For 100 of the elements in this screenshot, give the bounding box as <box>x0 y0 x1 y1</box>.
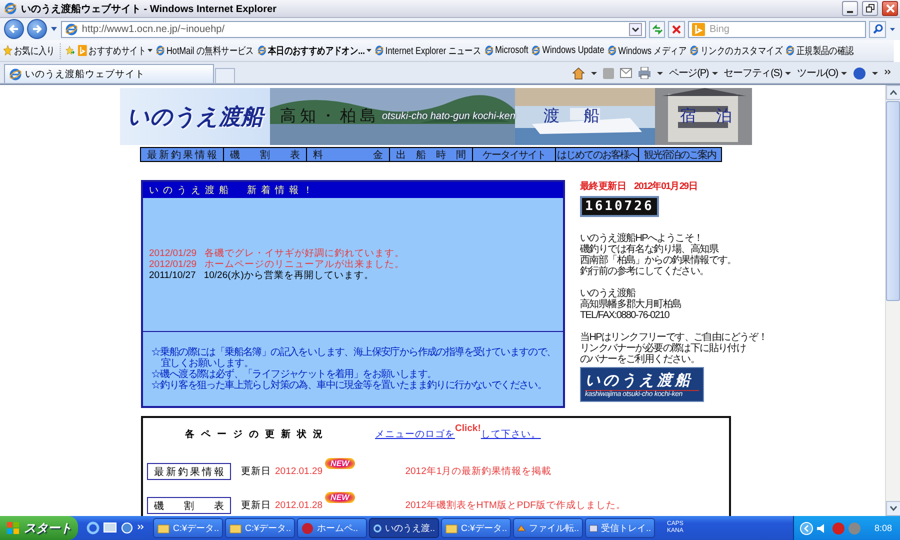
desktop-icon[interactable] <box>103 521 117 535</box>
search-button[interactable] <box>869 20 886 38</box>
banner-text: 渡船 <box>543 106 624 127</box>
refresh-button[interactable] <box>648 20 666 38</box>
taskbar-button[interactable]: ホームペ.. <box>297 518 367 538</box>
add-favorite-icon[interactable] <box>66 45 75 56</box>
address-field[interactable]: http://www1.ocn.ne.jp/~inouehp/ <box>60 20 646 38</box>
more-icon[interactable] <box>884 69 892 77</box>
favorites-link[interactable]: Windows Update <box>532 45 604 56</box>
menu-button[interactable]: ツール(O) <box>797 66 847 80</box>
nav-button[interactable]: 最新釣果情報 <box>140 147 224 162</box>
menu-button[interactable]: セーフティ(S) <box>724 66 792 80</box>
site-logo[interactable]: いのうえ渡船 <box>120 88 270 145</box>
close-button[interactable] <box>882 1 898 16</box>
update-label: 更新日 <box>241 498 271 512</box>
news-date: 2012/01/29 <box>149 248 197 259</box>
stop-button[interactable] <box>668 20 686 38</box>
printer-icon[interactable] <box>638 67 651 79</box>
page-name: 最新釣果情報 <box>147 462 231 480</box>
favorites-link[interactable]: Internet Explorer ニュース <box>374 44 482 58</box>
updated-date: 2012年01月29日 <box>634 180 698 193</box>
nav-button[interactable]: 磯割表 <box>223 147 307 162</box>
taskbar-button[interactable]: 受信トレイ.. <box>585 518 655 538</box>
restore-icon <box>866 4 874 13</box>
bing-icon <box>78 45 87 56</box>
news-title: いのうえ渡船 新着情報！ <box>143 182 563 198</box>
news-text: 各磯でグレ・イサギが好調に釣れています。 <box>204 248 405 259</box>
minimize-icon <box>847 10 853 12</box>
taskbar-button[interactable]: C:¥データ.. <box>441 518 511 538</box>
more-icon[interactable] <box>137 524 145 532</box>
caret-icon <box>841 72 847 74</box>
close-icon <box>672 24 682 34</box>
dropdown-icon[interactable] <box>50 25 58 33</box>
search-box[interactable]: Bing <box>688 20 866 38</box>
caret-icon <box>785 72 792 74</box>
restore-button[interactable] <box>862 1 878 16</box>
minimize-button[interactable] <box>842 1 858 16</box>
scroll-thumb[interactable] <box>886 101 900 301</box>
arrow-left-icon[interactable] <box>800 522 814 534</box>
notice-text: ☆乗船の際には「乗船名簿」の記入をいします、海上保安庁から作成の指導を受けていますので、宜しくお願いします。 <box>150 347 557 369</box>
notice-text: ☆釣り客を狙った車上荒らし対策の為、車中に現金等を置いたまま釣りに行かないでください。 <box>150 380 548 391</box>
folder-icon <box>229 522 242 534</box>
chevron-down-icon <box>890 506 897 511</box>
favorites-link[interactable]: リンクのカスタマイズ <box>690 44 782 58</box>
refresh-icon <box>652 24 662 34</box>
nav-button[interactable]: 出船時間 <box>389 147 473 162</box>
banner-text: 高知・柏島 <box>280 106 380 127</box>
dropdown-icon[interactable] <box>889 25 896 33</box>
browser-tab[interactable]: いのうえ渡船ウェブサイト <box>4 64 214 83</box>
favorites-link[interactable]: HotMail の無料サービス <box>156 44 254 58</box>
nav-button[interactable]: ケータイサイト <box>472 147 556 162</box>
update-date: 2012.01.28 <box>275 500 323 510</box>
forward-button[interactable] <box>26 19 47 39</box>
taskbar-button[interactable]: C:¥データ.. <box>225 518 295 538</box>
new-badge: NEW <box>324 492 356 502</box>
mail-icon[interactable] <box>620 68 632 78</box>
update-text: 2012年磯割表をHTM版とPDF版で作成しました。 <box>405 498 626 512</box>
welcome-text: 磯釣りでは有名な釣り場、高知県 <box>580 244 720 255</box>
favorites-button[interactable]: お気に入り <box>3 44 55 58</box>
caret-icon <box>656 72 663 74</box>
scroll-bar[interactable] <box>885 85 900 516</box>
nav-button[interactable]: 観光宿泊のご案内 <box>638 147 722 162</box>
bing-icon <box>692 22 706 36</box>
welcome-text: 西南部「柏島」からの釣果情報です。 <box>580 255 736 266</box>
back-button[interactable] <box>4 19 24 39</box>
favorites-link[interactable]: おすすめサイト <box>78 44 153 58</box>
banner-text: otsuki-cho hato-gun kochi-ken <box>382 111 516 122</box>
menu-button[interactable]: ページ(P) <box>668 66 718 80</box>
click-label: Click! <box>455 423 481 434</box>
taskbar-button[interactable]: ファイル転.. <box>513 518 583 538</box>
favorites-link[interactable]: 本日のおすすめアドオン... <box>257 44 372 58</box>
taskbar-button[interactable]: いのうえ渡.. <box>369 518 439 538</box>
scroll-down-button[interactable] <box>886 501 900 516</box>
favorites-link[interactable]: 正規製品の確認 <box>786 44 854 58</box>
window-title: いのうえ渡船ウェブサイト - Windows Internet Explorer <box>21 2 278 16</box>
folder-icon <box>445 522 458 534</box>
dropdown-icon[interactable] <box>628 22 642 36</box>
news-text: 10/26(水)から営業を再開しています。 <box>204 270 374 281</box>
hint-link[interactable]: して下さい。 <box>480 428 541 441</box>
hint-link[interactable]: メニューのロゴを <box>375 428 455 441</box>
close-icon <box>886 4 894 13</box>
nav-button[interactable]: 料金 <box>306 147 390 162</box>
news-date: 2011/10/27 <box>149 270 196 281</box>
visitor-counter: 1610726 <box>580 196 659 217</box>
home-icon[interactable] <box>572 66 585 80</box>
favorites-link[interactable]: Microsoft <box>484 45 528 56</box>
windows-flag-icon <box>6 521 20 535</box>
update-label: 更新日 <box>241 464 271 478</box>
news-date: 2012/01/29 <box>149 259 197 270</box>
scroll-up-button[interactable] <box>886 85 900 100</box>
link-note: 当HPはリンクフリーです、ご自由にどうぞ！ <box>580 332 768 343</box>
updated-label: 最終更新日 <box>580 180 626 193</box>
favorites-link[interactable]: Windows メディア <box>608 44 687 58</box>
page-name: 磯割表 <box>147 496 231 514</box>
address-text: 高知県幡多郡大月町柏島 <box>580 299 682 310</box>
caret-icon <box>366 49 372 52</box>
app-icon <box>301 522 314 534</box>
news-text: ホームページのリニューアルが出来ました。 <box>204 259 405 270</box>
taskbar-button[interactable]: C:¥データ.. <box>153 518 223 538</box>
folder-icon <box>157 522 170 534</box>
